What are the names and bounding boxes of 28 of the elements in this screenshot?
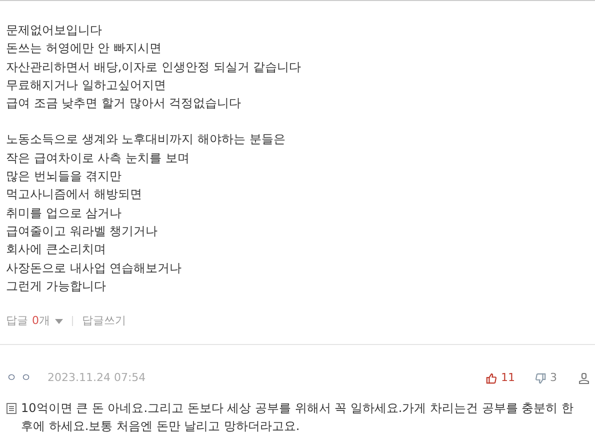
write-reply-link[interactable]: 답글쓰기: [82, 313, 126, 330]
dislike-count: 3: [550, 370, 557, 386]
reply-unit: 개: [39, 313, 50, 330]
thumbs-down-icon[interactable]: [535, 373, 546, 384]
reply-label: 답글: [6, 313, 28, 330]
comment-date: 2023.11.24 07:54: [48, 370, 146, 386]
comment-text: 돈쓰는 허영에만 안 빠지시면: [6, 40, 162, 58]
comment-text: 사장돈으로 내사업 연습해보거나: [6, 260, 182, 277]
comment-text: 문제없어보입니다: [6, 22, 102, 39]
reply-toggle[interactable]: 답글 0개: [6, 313, 63, 330]
comment-text: 먹고사니즘에서 해방되면: [6, 186, 142, 204]
reply-count: 0: [32, 313, 39, 330]
comment-text: 자산관리하면서 배당,이자로 인생안정 되실거 같습니다: [6, 58, 302, 76]
comment-text: 노동소득으로 생계와 노후대비까지 해야하는 분들은: [6, 131, 286, 148]
comment-text: 무료해지거나 일하고싶어지면: [6, 76, 166, 94]
comment-text: 그런게 가능합니다: [6, 278, 106, 295]
like-count: 11: [501, 370, 515, 386]
comment-text: 급여줄이고 워라벨 챙기거나: [6, 222, 158, 240]
comment-text: 10억이면 큰 돈 아네요.그리고 돈보다 세상 공부를 위해서 꼭 일하세요.가게 차리는건 공부를 충분히 한 후에 하세요.보통 처음엔 돈만 날리고 망하더라고요.: [21, 400, 574, 435]
thumbs-up-icon[interactable]: [486, 373, 497, 384]
author-name[interactable]: ㅇ ㅇ: [6, 370, 32, 387]
comment-text: 작은 급여차이로 사측 눈치를 보며: [6, 150, 190, 167]
comment-text: 취미를 업으로 삼거나: [6, 204, 122, 222]
person-icon[interactable]: [579, 373, 589, 384]
comment-text: 많은 번뇌들을 겪지만: [6, 168, 122, 186]
comment-text: 회사에 큰소리치며: [6, 241, 106, 258]
caret-icon: [55, 318, 63, 324]
comment-text: 급여 조금 낮추면 할거 많아서 걱정없습니다: [6, 95, 242, 112]
